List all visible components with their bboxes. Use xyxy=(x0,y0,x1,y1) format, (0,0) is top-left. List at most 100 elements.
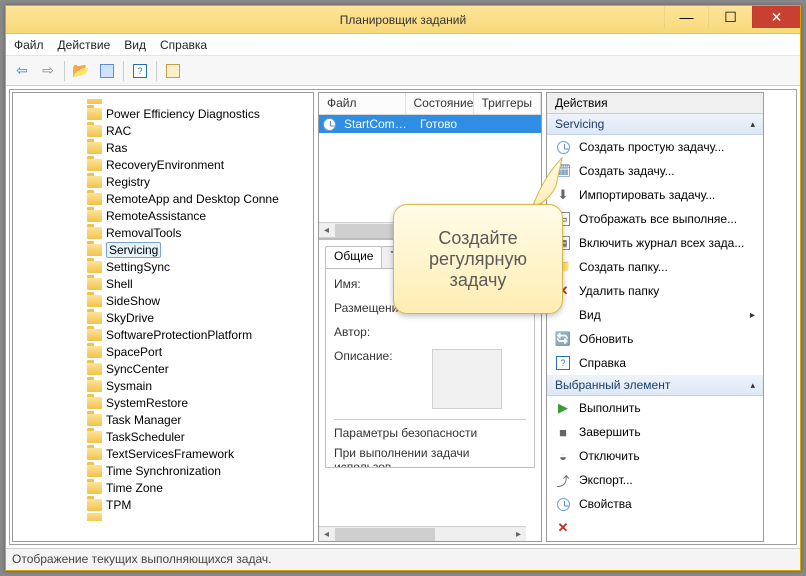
up-button[interactable]: 📂 xyxy=(69,59,93,83)
action-item[interactable]: ▤Включить журнал всех зада... xyxy=(547,231,763,255)
tree-item-label: TaskScheduler xyxy=(106,430,185,444)
tree-item[interactable]: RemovalTools xyxy=(27,224,309,241)
collapse-icon[interactable]: ▴ xyxy=(750,380,755,391)
folder-icon xyxy=(87,329,102,341)
tree-item[interactable]: Ras xyxy=(27,139,309,156)
tree-item[interactable]: Shell xyxy=(27,275,309,292)
detail-hscroll[interactable]: ◂ ▸ xyxy=(319,526,526,541)
action-icon: ▶ xyxy=(555,400,571,416)
tree-item-partial[interactable] xyxy=(27,513,309,521)
label-description: Описание: xyxy=(334,349,424,363)
tree-item[interactable]: SettingSync xyxy=(27,258,309,275)
folder-icon xyxy=(87,312,102,324)
tab-general[interactable]: Общие xyxy=(325,246,382,268)
tree-item[interactable]: SyncCenter xyxy=(27,360,309,377)
action-item[interactable]: Создать простую задачу... xyxy=(547,135,763,159)
tree-item[interactable]: Sysmain xyxy=(27,377,309,394)
action-item[interactable]: ?Справка xyxy=(547,351,763,375)
tree-item[interactable]: SoftwareProtectionPlatform xyxy=(27,326,309,343)
tree-item-label: TPM xyxy=(106,498,131,512)
action-item[interactable]: ⬇Импортировать задачу... xyxy=(547,183,763,207)
tree-item-label: RemoteAssistance xyxy=(106,209,206,223)
action-item[interactable]: ▶ Выполнить xyxy=(547,396,763,420)
description-box[interactable] xyxy=(432,349,502,409)
tree-item[interactable]: SideShow xyxy=(27,292,309,309)
action-item[interactable]: ⤴Экспорт... xyxy=(547,468,763,492)
actions-header: Действия xyxy=(547,93,763,114)
tree-item[interactable]: SkyDrive xyxy=(27,309,309,326)
action-icon xyxy=(555,496,571,512)
folder-icon xyxy=(87,278,102,290)
action-item[interactable]: 🔄Обновить xyxy=(547,327,763,351)
help-button[interactable]: ? xyxy=(128,59,152,83)
tree-pane[interactable]: Power Efficiency DiagnosticsRAC RasRecove… xyxy=(12,92,314,542)
menu-help[interactable]: Справка xyxy=(160,38,207,52)
action-item[interactable]: ◒Отключить xyxy=(547,444,763,468)
tree-item[interactable]: RAC xyxy=(27,122,309,139)
tree-item-label: Task Manager xyxy=(106,413,181,427)
action-item[interactable]: ▭Отображать все выполняе... xyxy=(547,207,763,231)
separator-icon xyxy=(123,61,124,81)
action-item[interactable]: Вид▸ xyxy=(547,303,763,327)
maximize-button[interactable]: ☐ xyxy=(708,6,752,28)
view-button[interactable] xyxy=(161,59,185,83)
scroll-right-icon[interactable]: ▸ xyxy=(511,527,526,542)
tree-item[interactable]: SystemRestore xyxy=(27,394,309,411)
scroll-left-icon[interactable]: ◂ xyxy=(319,223,334,238)
folder-icon xyxy=(87,448,102,460)
tree-item-label: SkyDrive xyxy=(106,311,154,325)
close-button[interactable]: ✕ xyxy=(752,6,800,28)
scroll-thumb[interactable] xyxy=(335,528,435,541)
col-state[interactable]: Состояние xyxy=(406,93,474,114)
menu-view[interactable]: Вид xyxy=(124,38,146,52)
action-item[interactable]: ■Завершить xyxy=(547,420,763,444)
menu-action[interactable]: Действие xyxy=(58,38,111,52)
menu-file[interactable]: Файл xyxy=(14,38,44,52)
minimize-button[interactable]: — xyxy=(664,6,708,28)
tree-item-label: Power Efficiency Diagnostics xyxy=(106,107,260,121)
tree-item-label: Ras xyxy=(106,141,127,155)
tree-item[interactable]: Servicing xyxy=(27,241,309,258)
action-item[interactable]: 🗓Создать задачу... xyxy=(547,159,763,183)
panel-toggle-button[interactable] xyxy=(95,59,119,83)
statusbar: Отображение текущих выполняющихся задач. xyxy=(6,548,800,570)
scroll-left-icon[interactable]: ◂ xyxy=(319,527,334,542)
action-item[interactable]: Свойства xyxy=(547,492,763,516)
back-button[interactable]: ⇦ xyxy=(10,59,34,83)
action-group-selected[interactable]: Выбранный элемент ▴ xyxy=(547,375,763,396)
tree-item[interactable]: Registry xyxy=(27,173,309,190)
action-item[interactable]: ✕ xyxy=(547,516,763,540)
action-icon: ⤴ xyxy=(555,472,571,488)
action-label: Выполнить xyxy=(579,401,641,415)
folder-icon xyxy=(87,346,102,358)
tree-item[interactable]: RemoteApp and Desktop Conne xyxy=(27,190,309,207)
tree-item-label: SettingSync xyxy=(106,260,170,274)
tree-item[interactable]: RemoteAssistance xyxy=(27,207,309,224)
forward-button[interactable]: ⇨ xyxy=(36,59,60,83)
tree-item[interactable]: Time Synchronization xyxy=(27,462,309,479)
tree-item-label: Time Zone xyxy=(106,481,163,495)
col-triggers[interactable]: Триггеры xyxy=(474,93,542,114)
tree-item[interactable]: Task Manager xyxy=(27,411,309,428)
action-group-servicing[interactable]: Servicing ▴ xyxy=(547,114,763,135)
task-list-header: Файл Состояние Триггеры xyxy=(319,93,541,115)
tree-item-label: Servicing xyxy=(106,242,161,258)
tree-item-label: Registry xyxy=(106,175,150,189)
titlebar[interactable]: Планировщик заданий — ☐ ✕ xyxy=(6,6,800,34)
col-file[interactable]: Файл xyxy=(319,93,406,114)
tree-item[interactable]: RecoveryEnvironment xyxy=(27,156,309,173)
actions-list[interactable]: Servicing ▴ Создать простую задачу...🗓Со… xyxy=(547,114,763,541)
tree-item[interactable]: TaskScheduler xyxy=(27,428,309,445)
tree-item[interactable]: TPM xyxy=(27,496,309,513)
action-label: Включить журнал всех зада... xyxy=(579,236,744,250)
tree-item[interactable]: Power Efficiency Diagnostics xyxy=(27,105,309,122)
action-item[interactable]: ✕Удалить папку xyxy=(547,279,763,303)
action-label: Отображать все выполняе... xyxy=(579,212,737,226)
tree-item[interactable]: SpacePort xyxy=(27,343,309,360)
action-item[interactable]: 📁Создать папку... xyxy=(547,255,763,279)
tree-item[interactable]: TextServicesFramework xyxy=(27,445,309,462)
task-row[interactable]: StartCompo... Готово xyxy=(319,115,541,133)
tree-item[interactable]: Time Zone xyxy=(27,479,309,496)
action-icon: ◒ xyxy=(555,448,571,464)
collapse-icon[interactable]: ▴ xyxy=(750,119,755,130)
